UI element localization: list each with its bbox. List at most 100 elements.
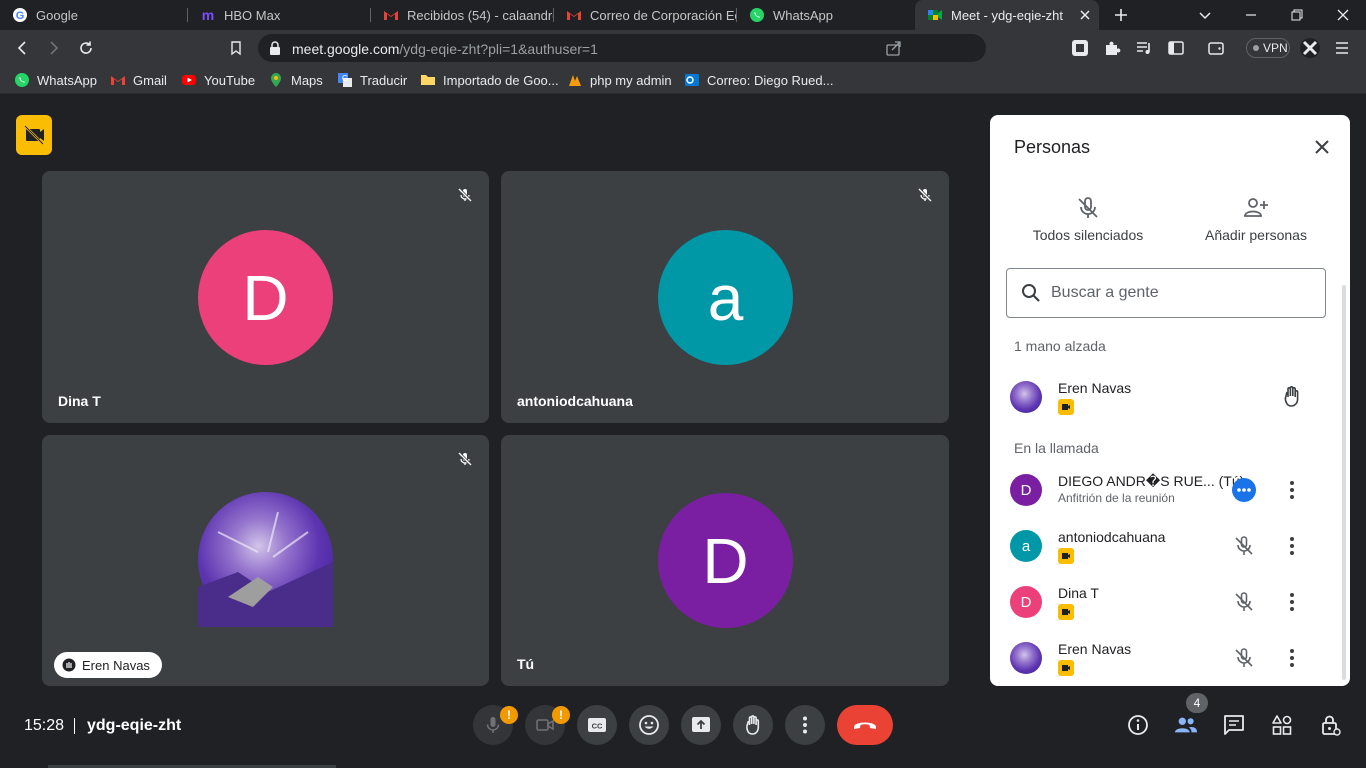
wallet-icon[interactable] bbox=[1204, 36, 1228, 60]
participant-tile-eren[interactable]: Eren Navas bbox=[42, 435, 489, 686]
profile-icon[interactable] bbox=[1298, 36, 1322, 60]
close-panel-icon[interactable] bbox=[1308, 133, 1336, 161]
participant-name: Dina T bbox=[1058, 585, 1099, 601]
avatar: a bbox=[1010, 530, 1042, 562]
sidebar-icon[interactable] bbox=[1164, 36, 1188, 60]
share-icon[interactable] bbox=[886, 40, 902, 56]
more-options-icon[interactable] bbox=[1280, 534, 1304, 558]
tab-meet[interactable]: Meet - ydg-eqie-zht bbox=[915, 0, 1099, 30]
mute-all-button[interactable]: Todos silenciados bbox=[1013, 195, 1163, 243]
bookmark-icon[interactable] bbox=[224, 36, 248, 60]
participant-tile-antonio[interactable]: a antoniodcahuana bbox=[501, 171, 949, 423]
participant-name: Eren Navas bbox=[1058, 641, 1132, 657]
participant-row[interactable]: D DIEGO ANDR�S RUE... (Tú) Anfitrión de … bbox=[1010, 470, 1330, 510]
extension-screen-icon[interactable] bbox=[1068, 36, 1092, 60]
new-tab-icon[interactable] bbox=[1098, 0, 1144, 30]
add-person-icon bbox=[1243, 195, 1269, 221]
tab-google[interactable]: G Google bbox=[0, 0, 188, 30]
more-options-icon[interactable] bbox=[1280, 478, 1304, 502]
outlook-icon bbox=[684, 72, 700, 88]
panel-scrollbar[interactable] bbox=[1342, 285, 1346, 680]
more-options-icon[interactable] bbox=[1280, 590, 1304, 614]
reactions-button[interactable] bbox=[629, 705, 669, 745]
more-options-button[interactable] bbox=[785, 705, 825, 745]
bookmark-label: Maps bbox=[291, 72, 323, 88]
reload-icon[interactable] bbox=[74, 36, 98, 60]
captions-button[interactable]: CC bbox=[577, 705, 617, 745]
mic-off-icon[interactable] bbox=[1232, 534, 1256, 558]
browser-menu-icon[interactable] bbox=[1330, 36, 1354, 60]
participant-tile-self[interactable]: D Tú bbox=[501, 435, 949, 686]
participant-row[interactable]: a antoniodcahuana bbox=[1010, 526, 1330, 566]
back-icon[interactable] bbox=[10, 36, 34, 60]
tab-hbo-max[interactable]: m HBO Max bbox=[188, 0, 371, 30]
chat-icon[interactable] bbox=[1222, 713, 1246, 737]
tab-corporate-mail[interactable]: Correo de Corporación Edu bbox=[554, 0, 737, 30]
svg-text:G: G bbox=[342, 74, 348, 83]
bookmark-label: WhatsApp bbox=[37, 72, 97, 88]
media-playlist-icon[interactable] bbox=[1132, 36, 1156, 60]
forward-icon[interactable] bbox=[42, 36, 66, 60]
tab-search-chevron-icon[interactable] bbox=[1182, 0, 1228, 30]
people-icon[interactable] bbox=[1174, 713, 1198, 737]
bookmark-folder-imported[interactable]: Importado de Goo... bbox=[420, 71, 559, 89]
meeting-details-icon[interactable] bbox=[1126, 713, 1150, 737]
mic-off-icon[interactable] bbox=[1232, 646, 1256, 670]
bookmark-whatsapp[interactable]: WhatsApp bbox=[14, 71, 97, 89]
add-people-label: Añadir personas bbox=[1205, 227, 1307, 243]
mic-warning-badge: ! bbox=[500, 706, 518, 724]
vpn-button[interactable]: VPN bbox=[1246, 38, 1290, 58]
bookmark-youtube[interactable]: YouTube bbox=[181, 71, 255, 89]
bookmark-maps[interactable]: Maps bbox=[268, 71, 323, 89]
activities-icon[interactable] bbox=[1270, 713, 1294, 737]
address-bar[interactable]: meet.google.com/ydg-eqie-zht?pli=1&authu… bbox=[258, 34, 986, 62]
raised-hands-heading: 1 mano alzada bbox=[1014, 338, 1106, 354]
present-button[interactable] bbox=[681, 705, 721, 745]
more-options-icon[interactable] bbox=[1280, 646, 1304, 670]
lower-hand-icon[interactable] bbox=[1280, 385, 1304, 409]
leave-call-button[interactable] bbox=[837, 705, 893, 745]
gmail-icon bbox=[110, 72, 126, 88]
tab-whatsapp[interactable]: WhatsApp bbox=[737, 0, 915, 30]
add-people-button[interactable]: Añadir personas bbox=[1181, 195, 1331, 243]
tab-title: Meet - ydg-eqie-zht bbox=[951, 7, 1063, 23]
raised-hand-label: Eren Navas bbox=[54, 652, 162, 678]
whatsapp-icon bbox=[14, 72, 30, 88]
mute-all-label: Todos silenciados bbox=[1032, 227, 1144, 243]
host-badge-icon bbox=[1058, 548, 1074, 564]
bookmark-gmail[interactable]: Gmail bbox=[110, 71, 167, 89]
bookmark-translate[interactable]: G Traducir bbox=[337, 71, 407, 89]
tab-close-icon[interactable] bbox=[1077, 7, 1093, 23]
mic-off-icon[interactable] bbox=[1232, 590, 1256, 614]
url-host: meet.google.com bbox=[292, 41, 400, 57]
bookmark-phpmyadmin[interactable]: php my admin bbox=[567, 71, 672, 89]
restore-icon[interactable] bbox=[1274, 0, 1320, 30]
participant-row[interactable]: Eren Navas bbox=[1010, 638, 1330, 678]
bookmark-outlook[interactable]: Correo: Diego Rued... bbox=[684, 71, 833, 89]
close-window-icon[interactable] bbox=[1320, 0, 1366, 30]
vpn-label: VPN bbox=[1263, 41, 1288, 55]
maps-icon bbox=[268, 72, 284, 88]
search-people-input[interactable] bbox=[1051, 284, 1301, 302]
minimize-icon[interactable] bbox=[1228, 0, 1274, 30]
raised-hand-row[interactable]: Eren Navas bbox=[1010, 377, 1330, 417]
host-controls-icon[interactable] bbox=[16, 115, 52, 155]
avatar: D bbox=[198, 230, 333, 365]
tab-gmail-inbox[interactable]: Recibidos (54) - calaandres bbox=[371, 0, 554, 30]
muted-mic-icon bbox=[913, 183, 937, 207]
participant-row[interactable]: D Dina T bbox=[1010, 582, 1330, 622]
search-people-field[interactable] bbox=[1006, 268, 1326, 318]
captions-icon: CC bbox=[586, 714, 608, 736]
search-icon bbox=[1021, 283, 1041, 303]
raise-hand-button[interactable] bbox=[733, 705, 773, 745]
muted-mic-icon bbox=[453, 183, 477, 207]
participant-tile-dina[interactable]: D Dina T bbox=[42, 171, 489, 423]
panel-title: Personas bbox=[1014, 137, 1091, 157]
participant-name: Eren Navas bbox=[1058, 380, 1132, 396]
lock-icon[interactable] bbox=[268, 40, 282, 56]
hbo-icon: m bbox=[200, 7, 216, 23]
host-controls-lock-icon[interactable] bbox=[1318, 713, 1342, 737]
avatar-image bbox=[198, 492, 333, 627]
extensions-puzzle-icon[interactable] bbox=[1100, 36, 1124, 60]
speaking-indicator-icon bbox=[1232, 478, 1256, 502]
